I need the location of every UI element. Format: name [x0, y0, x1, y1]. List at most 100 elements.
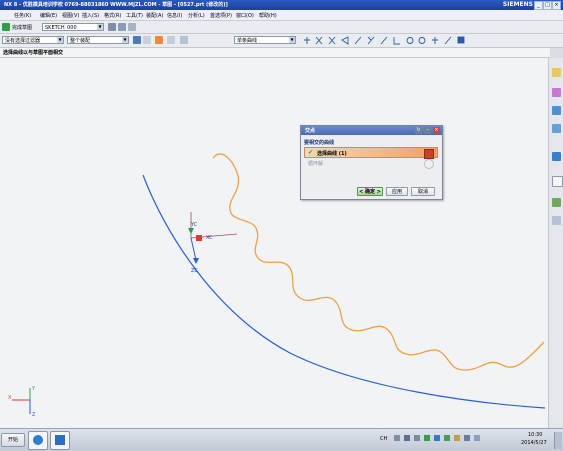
close-window-button[interactable]: × — [552, 1, 561, 10]
sketch-toolbar: 完成草图 SKETCH_000 ▼ — [0, 21, 563, 53]
dialog-header: 交点 ↻ – × — [301, 126, 442, 135]
type-filter-value: 没有选择过滤器 — [5, 38, 41, 44]
tray-icon-2[interactable] — [414, 435, 420, 441]
csys-y-label: YC — [190, 222, 198, 228]
roles-icon[interactable] — [552, 216, 561, 225]
menu-bar: 任务(K) 编辑(E) 视图(V) 插入(S) 格式(R) 工具(T) 装配(A… — [0, 10, 563, 21]
chevron-down-icon: ▼ — [57, 37, 63, 43]
wcs-triad — [12, 388, 31, 414]
nx-icon — [55, 435, 65, 445]
ok-button[interactable]: < 确定 > — [357, 187, 383, 196]
orient-view-icon[interactable] — [108, 23, 116, 31]
show-desktop-button[interactable] — [554, 432, 562, 449]
menu-task[interactable]: 任务(K) — [14, 12, 31, 19]
update-model-icon[interactable] — [128, 23, 136, 31]
menu-view[interactable]: 视图(V) — [62, 12, 79, 19]
wcs-x-label: X — [8, 395, 12, 401]
clock-time[interactable]: 10:30 — [528, 432, 542, 438]
history-icon[interactable] — [552, 176, 563, 187]
csys-z-label: ZC — [191, 268, 198, 274]
curve-rule-value: 单条曲线 — [237, 38, 258, 44]
selection-scope-value: 整个装配 — [70, 38, 91, 44]
tray-icon-4[interactable] — [434, 435, 440, 441]
keyboard-icon[interactable] — [394, 435, 400, 441]
start-label: 开始 — [7, 437, 18, 443]
wcs-y-label: Y — [31, 386, 36, 392]
title-bar: NX 8 - 优胜模具培训学校 0769-88031860 WWW.MJZL.C… — [0, 0, 563, 10]
menu-window[interactable]: 窗口(O) — [236, 12, 254, 19]
minimize-button[interactable]: _ — [534, 1, 543, 10]
select-curve-label: 选择曲线 (1) — [317, 151, 347, 157]
menu-assembly[interactable]: 装配(A) — [146, 12, 163, 19]
menu-preferences[interactable]: 首选项(P) — [210, 12, 232, 19]
curves-to-intersect-section[interactable]: 要相交的曲线 — [304, 139, 438, 146]
part-navigator-icon[interactable] — [552, 106, 561, 115]
browser-icon — [33, 435, 43, 445]
menu-analysis[interactable]: 分析(L) — [188, 12, 205, 19]
checkmark-icon: ✔ — [308, 149, 314, 156]
select-box-icon[interactable] — [180, 36, 188, 44]
cue-line-text: 选择曲线以与草图平面相交 — [3, 50, 64, 56]
menu-info[interactable]: 信息(I) — [167, 12, 182, 19]
assembly-navigator-icon[interactable] — [552, 68, 561, 77]
menu-insert[interactable]: 插入(S) — [82, 12, 99, 19]
csys-x-label: XC — [206, 235, 213, 241]
constraint-navigator-icon[interactable] — [552, 88, 561, 97]
tray-icon-1[interactable] — [404, 435, 410, 441]
system-materials-icon[interactable] — [552, 198, 561, 207]
snap-point-tools[interactable] — [302, 34, 512, 47]
finish-sketch-label[interactable]: 完成草图 — [12, 24, 32, 31]
curve-select-icon[interactable] — [424, 149, 434, 159]
resource-bar — [548, 58, 563, 428]
blue-arc-curve[interactable] — [142, 174, 546, 409]
start-button[interactable]: 开始 — [1, 433, 25, 447]
siemens-logo: SIEMENS — [502, 1, 533, 8]
deselect-all-icon[interactable] — [143, 36, 151, 44]
cycle-solution-label: 循环解 — [308, 161, 324, 167]
reset-icon[interactable]: ↻ — [415, 127, 422, 134]
cursor-icon[interactable] — [167, 36, 175, 44]
web-browser-icon[interactable] — [552, 152, 561, 161]
general-selection-icon[interactable] — [133, 36, 141, 44]
apply-button[interactable]: 应用 — [386, 187, 408, 196]
close-icon[interactable]: × — [433, 127, 440, 134]
taskbar: 开始 CH 10:30 2014/5/27 — [0, 428, 563, 451]
taskbar-app-browser[interactable] — [28, 431, 48, 450]
volume-icon[interactable] — [474, 435, 480, 441]
selection-toolbar: 没有选择过滤器 ▼ 整个装配 ▼ 单条曲线 ▼ — [0, 34, 563, 48]
reattach-icon[interactable] — [118, 23, 126, 31]
ime-indicator[interactable]: CH — [380, 436, 387, 442]
cycle-solution-row[interactable]: 循环解 — [304, 159, 438, 169]
tray-icon-3[interactable] — [424, 435, 430, 441]
select-curve-row[interactable]: ✔ 选择曲线 (1) — [304, 147, 438, 159]
network-icon[interactable] — [464, 435, 470, 441]
wcs-z-label: Z — [32, 412, 36, 418]
select-intent-icon[interactable] — [155, 36, 163, 44]
taskbar-app-nx[interactable] — [50, 431, 70, 450]
finish-sketch-icon[interactable] — [2, 23, 10, 31]
curve-rule-select[interactable]: 单条曲线 ▼ — [234, 36, 296, 44]
sketch-name-select[interactable]: SKETCH_000 ▼ — [42, 23, 104, 31]
type-filter-select[interactable]: 没有选择过滤器 ▼ — [2, 36, 64, 44]
selection-scope-select[interactable]: 整个装配 ▼ — [67, 36, 129, 44]
tray-icon-5[interactable] — [444, 435, 450, 441]
menu-edit[interactable]: 编辑(E) — [40, 12, 57, 19]
intersection-point-dialog: 交点 ↻ – × 要相交的曲线 ✔ 选择曲线 (1) 循环解 < 确定 > 应用… — [300, 125, 443, 200]
chevron-down-icon: ▼ — [122, 37, 128, 43]
graphics-window[interactable]: YC XC ZC Y X Z — [0, 58, 548, 428]
chevron-down-icon: ▼ — [97, 24, 103, 30]
clock-date[interactable]: 2014/5/27 — [521, 440, 547, 446]
menu-format[interactable]: 格式(R) — [104, 12, 121, 19]
reuse-library-icon[interactable] — [552, 124, 561, 133]
cue-line: 选择曲线以与草图平面相交 — [0, 48, 550, 58]
collapse-icon[interactable]: – — [424, 127, 431, 134]
cancel-button[interactable]: 取消 — [411, 187, 435, 196]
menu-tools[interactable]: 工具(T) — [126, 12, 143, 19]
tray-icon-6[interactable] — [454, 435, 460, 441]
window-title: NX 8 - 优胜模具培训学校 0769-88031860 WWW.MJZL.C… — [4, 2, 228, 8]
cycle-solution-icon[interactable] — [424, 159, 434, 169]
chevron-down-icon: ▼ — [289, 37, 295, 43]
menu-help[interactable]: 帮助(H) — [259, 12, 277, 19]
maximize-button[interactable]: □ — [543, 1, 552, 10]
system-tray: CH 10:30 2014/5/27 — [378, 431, 562, 449]
